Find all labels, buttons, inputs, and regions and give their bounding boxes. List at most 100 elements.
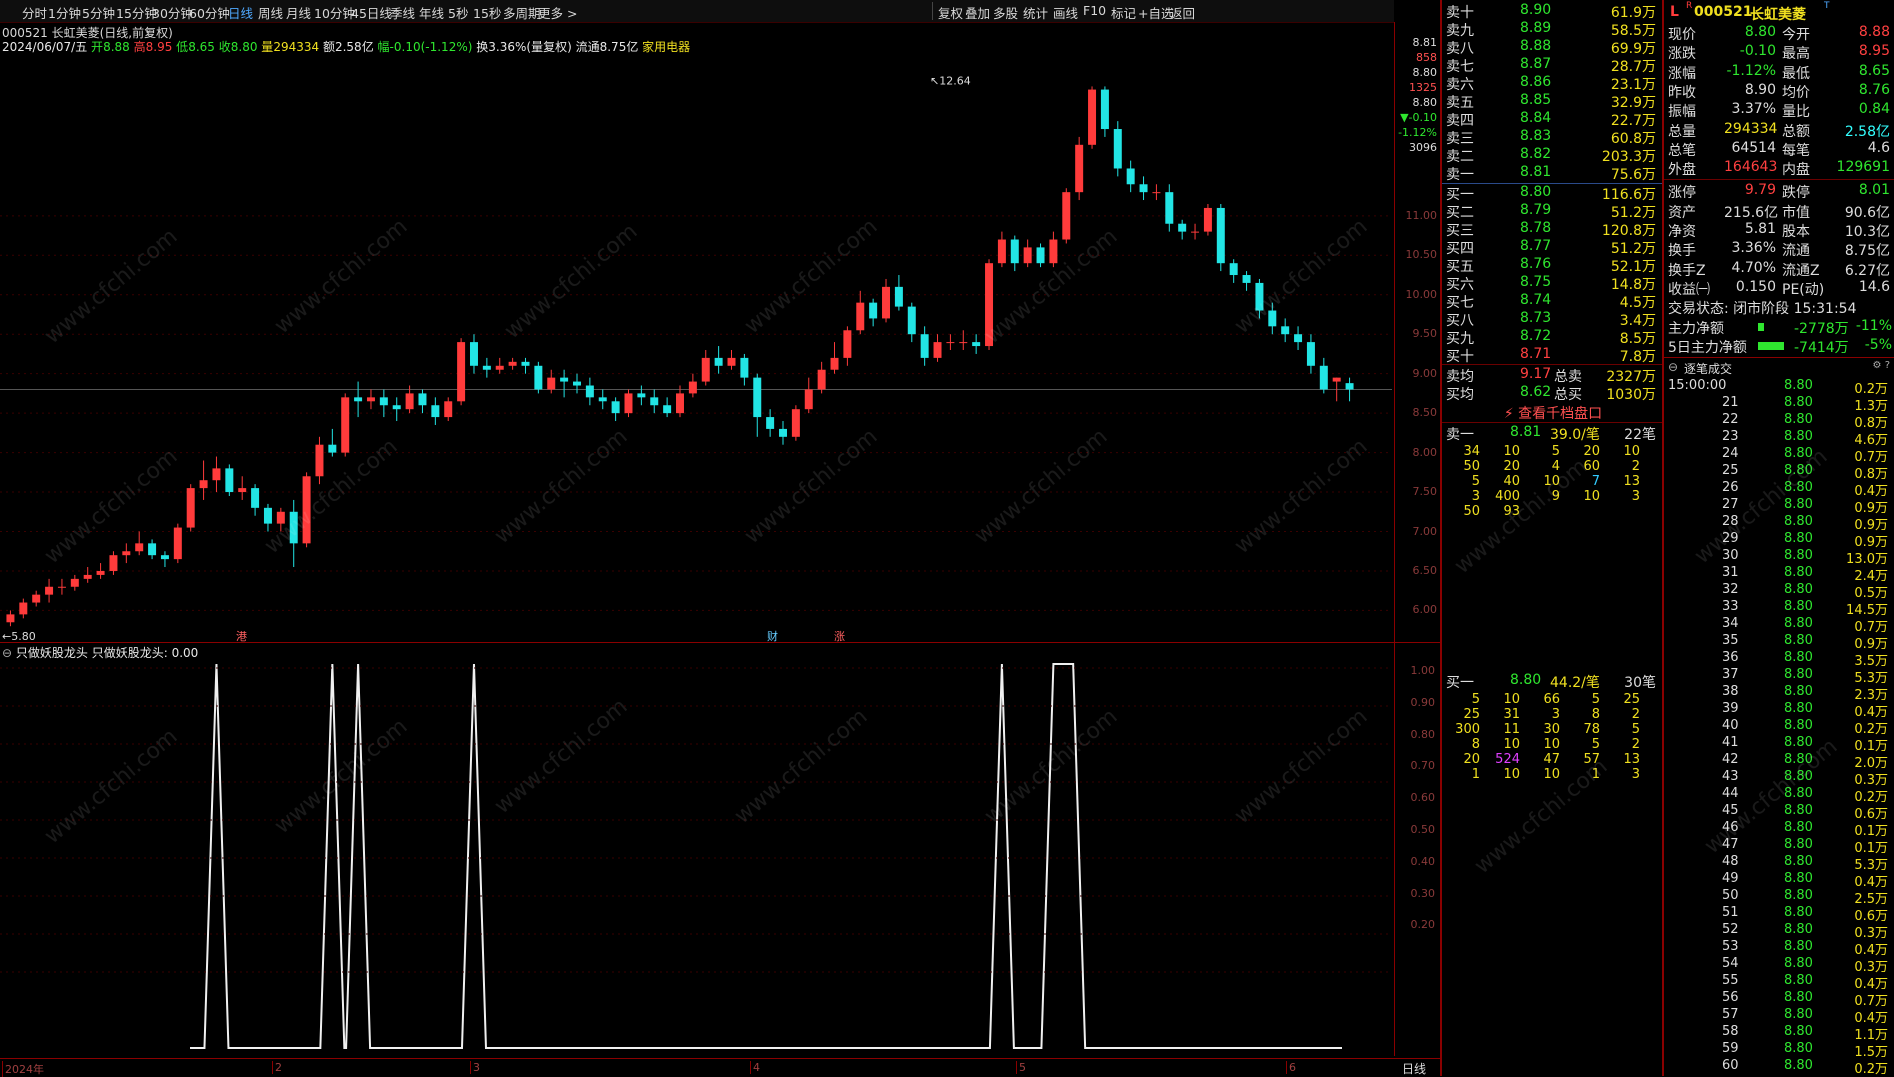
toolbar-button-6[interactable]: 标记	[1111, 3, 1136, 22]
toolbar-button-1[interactable]: 叠加	[965, 3, 990, 22]
candle-body	[804, 389, 813, 410]
candle-body	[418, 393, 427, 406]
candle-body	[521, 361, 530, 366]
main5-value: -7414万	[1794, 340, 1849, 356]
axis-tick-4: 9.00	[1412, 366, 1438, 380]
queue-cell: 10	[1503, 444, 1520, 459]
sub-axis-tick-3: 0.70	[1410, 759, 1436, 773]
ask-price: 8.86	[1520, 74, 1552, 90]
period-tab-4[interactable]: 30分钟	[152, 3, 193, 22]
candle-body	[302, 476, 311, 544]
tick-price: 8.80	[1784, 769, 1813, 784]
stat-value: -0.10	[1739, 43, 1776, 60]
candle-body	[882, 286, 891, 319]
stat-row: 涨跌 -0.10 最高 8.95	[1664, 43, 1894, 62]
period-tab-6[interactable]: 日线	[228, 3, 253, 22]
toolbar-button-4[interactable]: 画线	[1053, 3, 1078, 22]
date-label-5: 6	[1286, 1061, 1296, 1074]
period-tab-14[interactable]: 15秒	[473, 3, 501, 22]
period-tab-13[interactable]: 5秒	[448, 3, 468, 22]
sector-link[interactable]: 家用电器	[642, 40, 690, 54]
indicator-chart[interactable]	[0, 658, 1392, 1056]
toolbar-button-2[interactable]: 多股	[993, 3, 1018, 22]
tick-price: 8.80	[1784, 1058, 1813, 1073]
queue-cell: 3	[1631, 767, 1640, 782]
toolbar-button-3[interactable]: 统计	[1023, 3, 1048, 22]
event-marker-1[interactable]: 财	[767, 629, 778, 642]
period-tab-11[interactable]: 季线	[390, 3, 415, 22]
queue-cell: 2	[1631, 707, 1640, 722]
sub-axis-tick-6: 0.40	[1410, 854, 1436, 868]
tick-time: 28	[1722, 514, 1739, 529]
period-tab-16[interactable]: 更多 >	[538, 3, 577, 22]
toolbar-button-7[interactable]: +自选	[1138, 3, 1173, 22]
toolbar-button-8[interactable]: 返回	[1170, 3, 1195, 22]
period-tab-5[interactable]: 60分钟	[189, 3, 230, 22]
queue-row: 1 10 10 1 3	[1442, 767, 1664, 782]
ask-label: 卖一	[1446, 167, 1474, 183]
total-label: 总卖	[1554, 369, 1582, 385]
period-tab-2[interactable]: 5分钟	[82, 3, 115, 22]
bid-volume: 116.6万	[1601, 187, 1656, 203]
bid-label: 买三	[1446, 223, 1474, 239]
toolbar-button-5[interactable]: F10	[1083, 3, 1106, 18]
event-marker-0[interactable]: 港	[236, 630, 247, 642]
float-value: 8.75亿	[599, 40, 639, 54]
bid-label: 买九	[1446, 331, 1474, 347]
indicator-line	[190, 663, 1342, 1049]
queue-price: 8.81	[1510, 424, 1542, 440]
ask-volume: 22.7万	[1610, 113, 1656, 129]
date-label-4: 5	[1016, 1061, 1026, 1074]
stat-label: 流通Z	[1782, 262, 1820, 279]
tick-price: 8.80	[1784, 854, 1813, 869]
turnover-label: 换	[476, 40, 489, 54]
stat-value: 8.90	[1744, 81, 1776, 98]
stat-label: 均价	[1782, 84, 1810, 101]
view-depth-button[interactable]: ⚡ 查看千档盘口	[1442, 403, 1664, 422]
candle-body	[1319, 365, 1328, 390]
period-tab-15[interactable]: 多周期	[503, 3, 541, 22]
stat-row: 总笔 64514 每笔 4.6	[1664, 140, 1894, 159]
sub-axis-tick-7: 0.30	[1410, 886, 1436, 900]
ask-label: 卖六	[1446, 77, 1474, 93]
period-tab-9[interactable]: 10分钟	[314, 3, 355, 22]
ask-row: 卖七 8.87 28.7万	[1442, 56, 1664, 75]
axis-tick-1: 10.50	[1405, 248, 1438, 262]
close-value: 8.80	[230, 40, 258, 54]
stat-value: 3.37%	[1731, 101, 1776, 118]
bid-row: 买一 8.80 116.6万	[1442, 184, 1664, 203]
sub-axis-tick-8: 0.20	[1410, 918, 1436, 932]
period-tab-10[interactable]: 45日线	[351, 3, 392, 22]
candle-body	[779, 428, 788, 437]
queue-cell: 40	[1503, 474, 1520, 489]
event-marker-2[interactable]: 涨	[834, 630, 845, 642]
tick-time: 52	[1722, 922, 1739, 937]
bid-row: 买八 8.73 3.4万	[1442, 310, 1664, 329]
avg-price: 9.17	[1520, 366, 1552, 382]
sub-axis-tick-0: 1.00	[1410, 664, 1436, 677]
axis-tick-9: 6.50	[1412, 563, 1438, 577]
period-tab-3[interactable]: 15分钟	[116, 3, 157, 22]
period-tab-0[interactable]: 分时	[22, 3, 47, 22]
period-tab-1[interactable]: 1分钟	[48, 3, 81, 22]
period-toolbar: 分时 1分钟 5分钟 15分钟 30分钟 60分钟 日线 周线 月线 10分钟 45日线 季线 年线 5秒…	[0, 0, 1394, 36]
period-tab-8[interactable]: 月线	[286, 3, 311, 22]
toolbar-button-0[interactable]: 复权	[938, 3, 963, 22]
ask-price: 8.89	[1520, 20, 1552, 36]
stat-label: 总笔	[1668, 142, 1696, 159]
stat-value: 294334	[1724, 120, 1778, 137]
queue-count: 22笔	[1624, 427, 1656, 443]
ask-price: 8.87	[1520, 56, 1552, 72]
tick-row: 26 8.80 0.4万	[1664, 480, 1894, 499]
ask-row: 卖一 8.81 75.6万	[1442, 164, 1664, 183]
period-tab-7[interactable]: 周线	[258, 3, 283, 22]
tick-price: 8.80	[1784, 548, 1813, 563]
candlestick-chart[interactable]: ↖12.64 ←5.80 港 财 涨	[0, 58, 1392, 642]
axis-quote-3: 1325	[1409, 81, 1437, 94]
period-tab-12[interactable]: 年线	[419, 3, 444, 22]
tick-row: 47 8.80 0.1万	[1664, 837, 1894, 856]
stock-code: 000521	[1694, 4, 1753, 20]
tick-row: 51 8.80 0.6万	[1664, 905, 1894, 924]
total-label: 总买	[1554, 387, 1582, 403]
candle-body	[972, 342, 981, 347]
